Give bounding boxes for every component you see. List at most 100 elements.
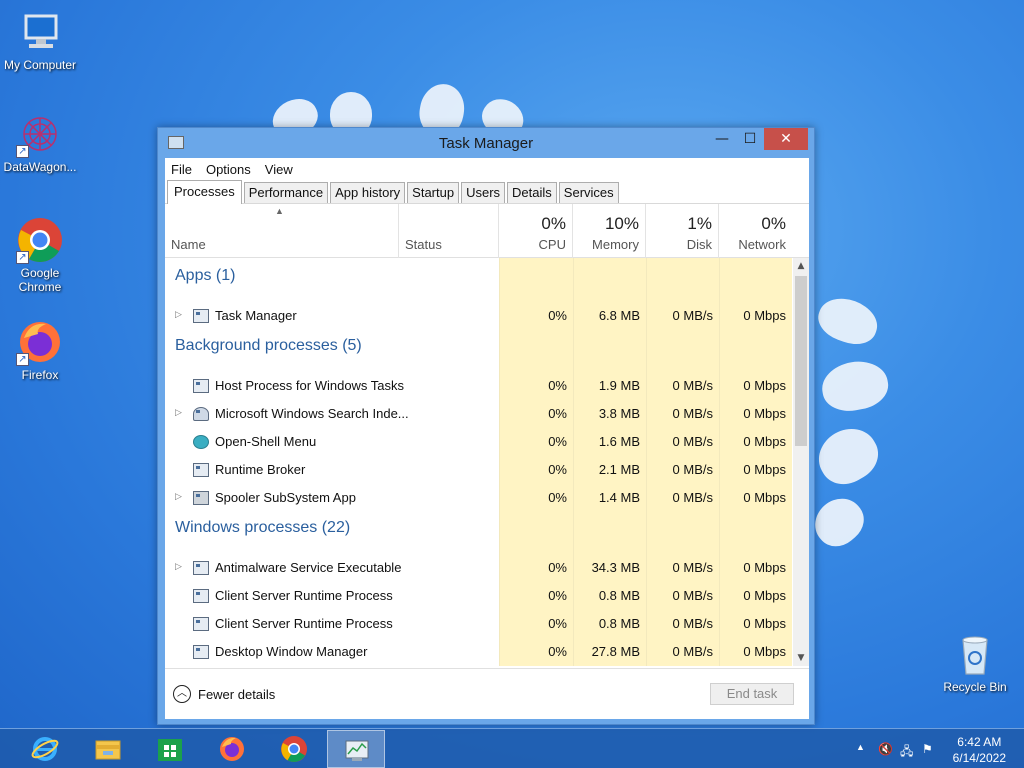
tab-startup[interactable]: Startup bbox=[407, 182, 460, 203]
wallpaper-petal bbox=[805, 489, 873, 555]
window-process-icon bbox=[193, 589, 209, 603]
maximize-button[interactable]: ☐ bbox=[736, 128, 764, 150]
disk-total-percent: 1% bbox=[687, 214, 712, 233]
recycle-bin-icon bbox=[951, 630, 999, 678]
process-row[interactable]: Open-Shell Menu 0% 1.6 MB 0 MB/s 0 Mbps bbox=[165, 428, 792, 456]
process-network-value: 0 Mbps bbox=[743, 406, 786, 421]
column-status[interactable]: Status bbox=[399, 204, 499, 258]
end-task-button[interactable]: End task bbox=[710, 683, 794, 705]
menu-view[interactable]: View bbox=[265, 162, 293, 177]
sort-ascending-icon: ▲ bbox=[275, 206, 284, 216]
taskbar-internet-explorer[interactable] bbox=[16, 730, 74, 768]
expand-arrow-icon[interactable]: ▷ bbox=[175, 407, 182, 418]
process-memory-value: 1.4 MB bbox=[598, 490, 640, 505]
wallpaper-petal bbox=[818, 356, 892, 416]
memory-total-percent: 10% bbox=[604, 214, 639, 233]
process-memory-value: 3.8 MB bbox=[598, 406, 640, 421]
process-row[interactable]: Desktop Window Manager 0% 27.8 MB 0 MB/s 0 M… bbox=[165, 638, 792, 666]
desktop-icon-datawagon[interactable]: ↗ DataWagon... bbox=[0, 110, 80, 174]
desktop-icon-label: Google Chrome bbox=[18, 266, 62, 294]
scroll-up-icon[interactable]: ▲ bbox=[793, 258, 809, 274]
group-header: Background processes (5) bbox=[175, 337, 362, 354]
firefox-icon bbox=[220, 737, 244, 761]
chrome-icon: ↗ bbox=[16, 216, 64, 264]
taskbar-chrome[interactable] bbox=[265, 730, 323, 768]
column-name[interactable]: ▲ Name bbox=[165, 204, 399, 258]
process-list[interactable]: Apps (1) ▷ Task Manager 0% 6.8 MB 0 MB/s 0 Mbp… bbox=[165, 258, 792, 666]
tab-performance[interactable]: Performance bbox=[243, 182, 329, 203]
system-tray: ▲ 🔇 🖧 ⚑ 6:42 AM 6/14/2022 bbox=[844, 729, 1024, 768]
process-name: Open-Shell Menu bbox=[215, 434, 317, 449]
process-row[interactable]: Host Process for Windows Tasks 0% 1.9 MB 0 … bbox=[165, 372, 792, 400]
process-memory-value: 0.8 MB bbox=[598, 616, 640, 631]
column-cpu[interactable]: 0% CPU bbox=[499, 204, 573, 258]
clock-time: 6:42 AM bbox=[957, 735, 1002, 749]
taskbar-store[interactable] bbox=[141, 730, 199, 768]
close-button[interactable]: ✕ bbox=[764, 128, 808, 150]
process-row[interactable]: ▷ Spooler SubSystem App 0% 1.4 MB 0 MB/s 0 Mb… bbox=[165, 484, 792, 512]
process-name: Microsoft Windows Search Inde... bbox=[215, 406, 409, 421]
tab-users[interactable]: Users bbox=[461, 182, 506, 203]
fewer-details-button[interactable]: ︿ Fewer details bbox=[173, 685, 275, 703]
process-network-value: 0 Mbps bbox=[743, 588, 786, 603]
process-row[interactable]: ▷ Microsoft Windows Search Inde... 0% 3.8 M… bbox=[165, 400, 792, 428]
open-shell-icon bbox=[193, 435, 209, 449]
store-icon bbox=[158, 739, 182, 761]
desktop-icon-label: Recycle Bin bbox=[943, 680, 1007, 694]
scroll-down-icon[interactable]: ▼ bbox=[793, 650, 809, 666]
expand-arrow-icon[interactable]: ▷ bbox=[175, 561, 182, 572]
column-name-label: Name bbox=[171, 237, 206, 252]
volume-muted-icon[interactable]: 🔇 bbox=[878, 742, 893, 756]
window-process-icon bbox=[193, 645, 209, 659]
column-network[interactable]: 0% Network bbox=[719, 204, 792, 258]
process-disk-value: 0 MB/s bbox=[672, 462, 713, 477]
window-process-icon bbox=[193, 561, 209, 575]
taskbar-file-explorer[interactable] bbox=[79, 730, 137, 768]
process-name: Client Server Runtime Process bbox=[215, 616, 393, 631]
tab-app-history[interactable]: App history bbox=[330, 182, 406, 203]
menu-options[interactable]: Options bbox=[206, 162, 251, 177]
taskbar-firefox[interactable] bbox=[203, 730, 261, 768]
desktop-icon-recycle-bin[interactable]: Recycle Bin bbox=[935, 630, 1015, 694]
menu-bar: File Options View bbox=[165, 158, 809, 180]
network-icon[interactable]: 🖧 bbox=[900, 742, 913, 763]
process-row[interactable]: Client Server Runtime Process 0% 0.8 MB 0 M… bbox=[165, 582, 792, 610]
file-explorer-icon bbox=[95, 740, 121, 760]
process-row[interactable]: Client Server Runtime Process 0% 0.8 MB 0 M… bbox=[165, 610, 792, 638]
process-row[interactable]: ▷ Antimalware Service Executable 0% 34.3 MB… bbox=[165, 554, 792, 582]
process-memory-value: 27.8 MB bbox=[591, 644, 640, 659]
process-cpu-value: 0% bbox=[548, 308, 567, 323]
process-row[interactable]: Runtime Broker 0% 2.1 MB 0 MB/s 0 Mbps bbox=[165, 456, 792, 484]
chevron-up-icon: ︿ bbox=[173, 685, 191, 703]
desktop-icon-label: DataWagon... bbox=[3, 160, 77, 174]
process-row[interactable]: ▷ Task Manager 0% 6.8 MB 0 MB/s 0 Mbps bbox=[165, 302, 792, 330]
minimize-button[interactable]: — bbox=[708, 128, 736, 150]
fewer-details-label: Fewer details bbox=[198, 686, 276, 702]
taskbar-task-manager[interactable] bbox=[327, 730, 385, 768]
title-bar[interactable]: Task Manager — ☐ ✕ bbox=[158, 128, 814, 158]
action-center-flag-icon[interactable]: ⚑ bbox=[922, 742, 933, 756]
column-disk[interactable]: 1% Disk bbox=[646, 204, 719, 258]
process-network-value: 0 Mbps bbox=[743, 490, 786, 505]
desktop-icon-firefox[interactable]: ↗ Firefox bbox=[0, 318, 80, 382]
desktop-icon-my-computer[interactable]: My Computer bbox=[0, 8, 80, 72]
expand-arrow-icon[interactable]: ▷ bbox=[175, 491, 182, 502]
column-network-label: Network bbox=[738, 237, 786, 252]
task-manager-icon bbox=[193, 309, 209, 323]
process-name: Antimalware Service Executable bbox=[215, 560, 402, 575]
column-cpu-label: CPU bbox=[538, 237, 566, 252]
scroll-thumb[interactable] bbox=[795, 276, 807, 446]
tab-details[interactable]: Details bbox=[507, 182, 557, 203]
tab-services[interactable]: Services bbox=[558, 182, 619, 203]
menu-file[interactable]: File bbox=[171, 162, 192, 177]
desktop-icon-chrome[interactable]: ↗ Google Chrome bbox=[0, 216, 80, 294]
shortcut-arrow-icon: ↗ bbox=[16, 145, 29, 158]
expand-arrow-icon[interactable]: ▷ bbox=[175, 309, 182, 320]
vertical-scrollbar[interactable]: ▲ ▼ bbox=[793, 258, 809, 666]
show-hidden-icons-icon[interactable]: ▲ bbox=[856, 742, 865, 752]
search-indexer-icon bbox=[193, 407, 209, 421]
tab-processes[interactable]: Processes bbox=[167, 180, 242, 204]
clock[interactable]: 6:42 AM 6/14/2022 bbox=[953, 734, 1006, 766]
chrome-icon bbox=[281, 736, 307, 762]
column-memory[interactable]: 10% Memory bbox=[573, 204, 646, 258]
